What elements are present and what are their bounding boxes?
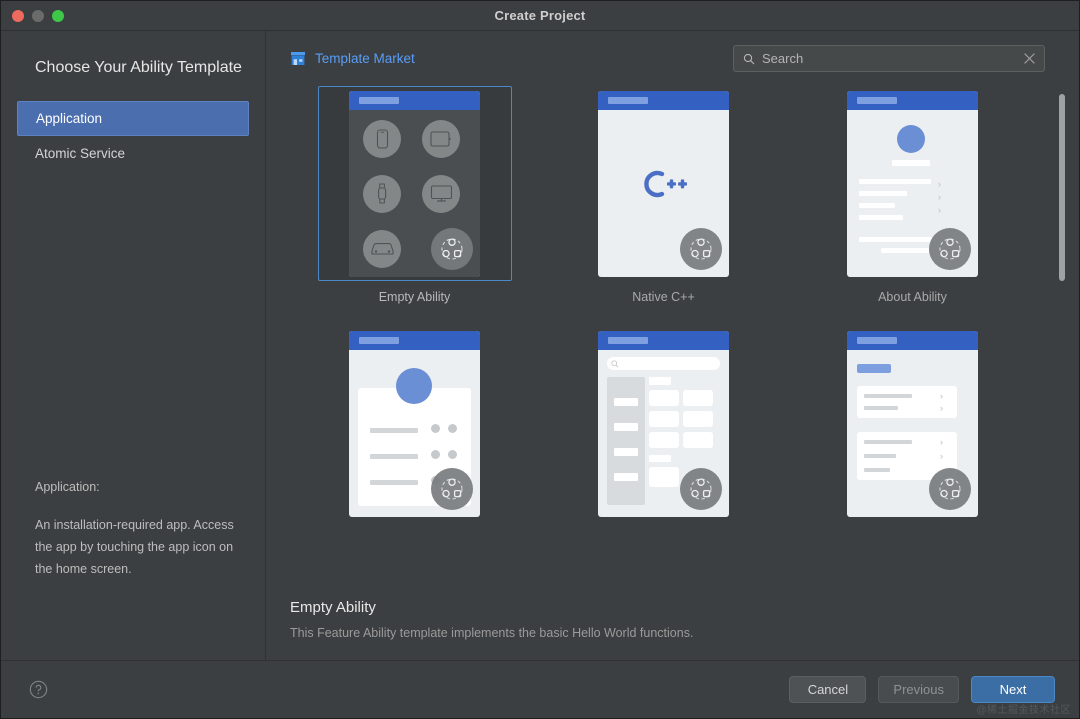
window-title: Create Project <box>494 8 586 23</box>
search-placeholder: Search <box>762 51 804 66</box>
template-thumbnail-frame[interactable] <box>567 86 761 281</box>
template-thumbnail-frame[interactable]: › › › <box>816 86 1010 281</box>
next-button[interactable]: Next <box>971 676 1055 703</box>
sidebar-description-label: Application: <box>35 480 100 494</box>
harmony-badge-icon <box>680 467 722 510</box>
template-card-label: Empty Ability <box>378 290 451 304</box>
thumbnail-content: › › › › <box>847 350 978 517</box>
avatar-placeholder <box>396 367 432 404</box>
template-thumbnail <box>349 330 480 517</box>
template-thumbnail <box>598 330 729 517</box>
template-thumbnail-frame[interactable] <box>318 326 512 521</box>
thumbnail-appbar <box>598 90 729 110</box>
thumbnail-appbar <box>598 330 729 350</box>
template-thumbnail <box>598 90 729 277</box>
next-button-label: Next <box>999 682 1027 697</box>
thumbnail-appbar <box>847 90 978 110</box>
thumbnail-appbar <box>847 330 978 350</box>
search-icon <box>743 53 755 64</box>
content-row: Choose Your Ability Template Application… <box>1 31 1079 660</box>
previous-button-label: Previous <box>893 682 944 697</box>
template-card-about-ability[interactable]: › › › About Ability <box>788 86 1037 304</box>
traffic-light-buttons <box>1 9 64 22</box>
harmony-badge-icon <box>929 227 971 270</box>
template-thumbnail-frame[interactable]: › › › › <box>816 326 1010 521</box>
create-project-window: Create Project Choose Your Ability Templ… <box>0 0 1080 719</box>
template-card-settings[interactable]: › › › › <box>788 326 1037 530</box>
selected-template-subtitle: This Feature Ability template implements… <box>290 626 694 640</box>
search-icon <box>611 359 619 368</box>
template-grid-scroll-area: Empty Ability Native C++ › › › About Abi… <box>266 86 1079 583</box>
template-card-label: About Ability <box>878 290 947 304</box>
template-card-catalog[interactable] <box>539 326 788 530</box>
store-icon <box>291 52 305 65</box>
template-type-list: Application Atomic Service <box>1 101 265 171</box>
harmony-badge-icon <box>431 227 473 270</box>
sidebar-item-atomic-service[interactable]: Atomic Service <box>17 136 249 171</box>
cancel-button-label: Cancel <box>807 682 849 697</box>
harmony-badge-icon <box>431 467 473 510</box>
selected-template-info: Empty Ability This Feature Ability templ… <box>266 583 1079 660</box>
thumbnail-content: › › › <box>847 110 978 277</box>
sidebar-item-label: Application <box>36 111 103 126</box>
template-thumbnail: › › › <box>847 90 978 277</box>
template-thumbnail-frame[interactable] <box>567 326 761 521</box>
thumbnail-content <box>598 350 729 517</box>
dialog-footer: Cancel Previous Next @稀土掘金技术社区 <box>1 660 1079 718</box>
zoom-window-button[interactable] <box>52 9 64 22</box>
thumbnail-appbar <box>349 330 480 350</box>
vertical-scrollbar[interactable] <box>1059 94 1065 281</box>
template-card-empty-ability[interactable]: Empty Ability <box>290 86 539 304</box>
minimize-window-button[interactable] <box>32 9 44 22</box>
footer-buttons: Cancel Previous Next <box>789 676 1055 703</box>
thumbnail-appbar <box>349 90 480 110</box>
page-title: Choose Your Ability Template <box>35 59 242 76</box>
sidebar-description-text: An installation-required app. Access the… <box>35 518 234 576</box>
template-card-native-cpp[interactable]: Native C++ <box>539 86 788 304</box>
ability-template-sidebar: Choose Your Ability Template Application… <box>1 31 266 660</box>
sidebar-description: Application: An installation-required ap… <box>1 476 265 660</box>
search-input[interactable]: Search <box>733 45 1045 72</box>
avatar-placeholder <box>897 124 925 153</box>
thumbnail-content <box>598 110 729 277</box>
harmony-badge-icon <box>929 467 971 510</box>
dialog-body: Choose Your Ability Template Application… <box>1 31 1079 718</box>
harmony-badge-icon <box>680 227 722 270</box>
title-bar: Create Project <box>1 1 1079 31</box>
cancel-button[interactable]: Cancel <box>789 676 867 703</box>
cpp-logo-icon <box>644 170 687 197</box>
thumbnail-content <box>349 350 480 517</box>
thumbnail-content <box>349 109 480 277</box>
template-card-label: Native C++ <box>632 290 695 304</box>
template-market-link[interactable]: Template Market <box>290 51 415 66</box>
previous-button[interactable]: Previous <box>878 676 959 703</box>
watermark: @稀土掘金技术社区 <box>976 705 1071 716</box>
sidebar-item-label: Atomic Service <box>35 146 126 161</box>
template-thumbnail: › › › › <box>847 330 978 517</box>
close-icon[interactable] <box>1023 52 1036 65</box>
template-gallery-panel: Template Market Search Empty Ability Nat… <box>266 31 1079 660</box>
close-window-button[interactable] <box>12 9 24 22</box>
template-card-profile[interactable] <box>290 326 539 530</box>
template-thumbnail <box>349 90 480 277</box>
help-circle-icon[interactable] <box>29 680 48 699</box>
template-market-label: Template Market <box>315 51 415 66</box>
selected-template-title: Empty Ability <box>290 599 376 616</box>
template-grid: Empty Ability Native C++ › › › About Abi… <box>290 86 1079 530</box>
sidebar-item-application[interactable]: Application <box>17 101 249 136</box>
gallery-toolbar: Template Market Search <box>266 31 1079 86</box>
template-thumbnail-frame[interactable] <box>317 86 512 281</box>
